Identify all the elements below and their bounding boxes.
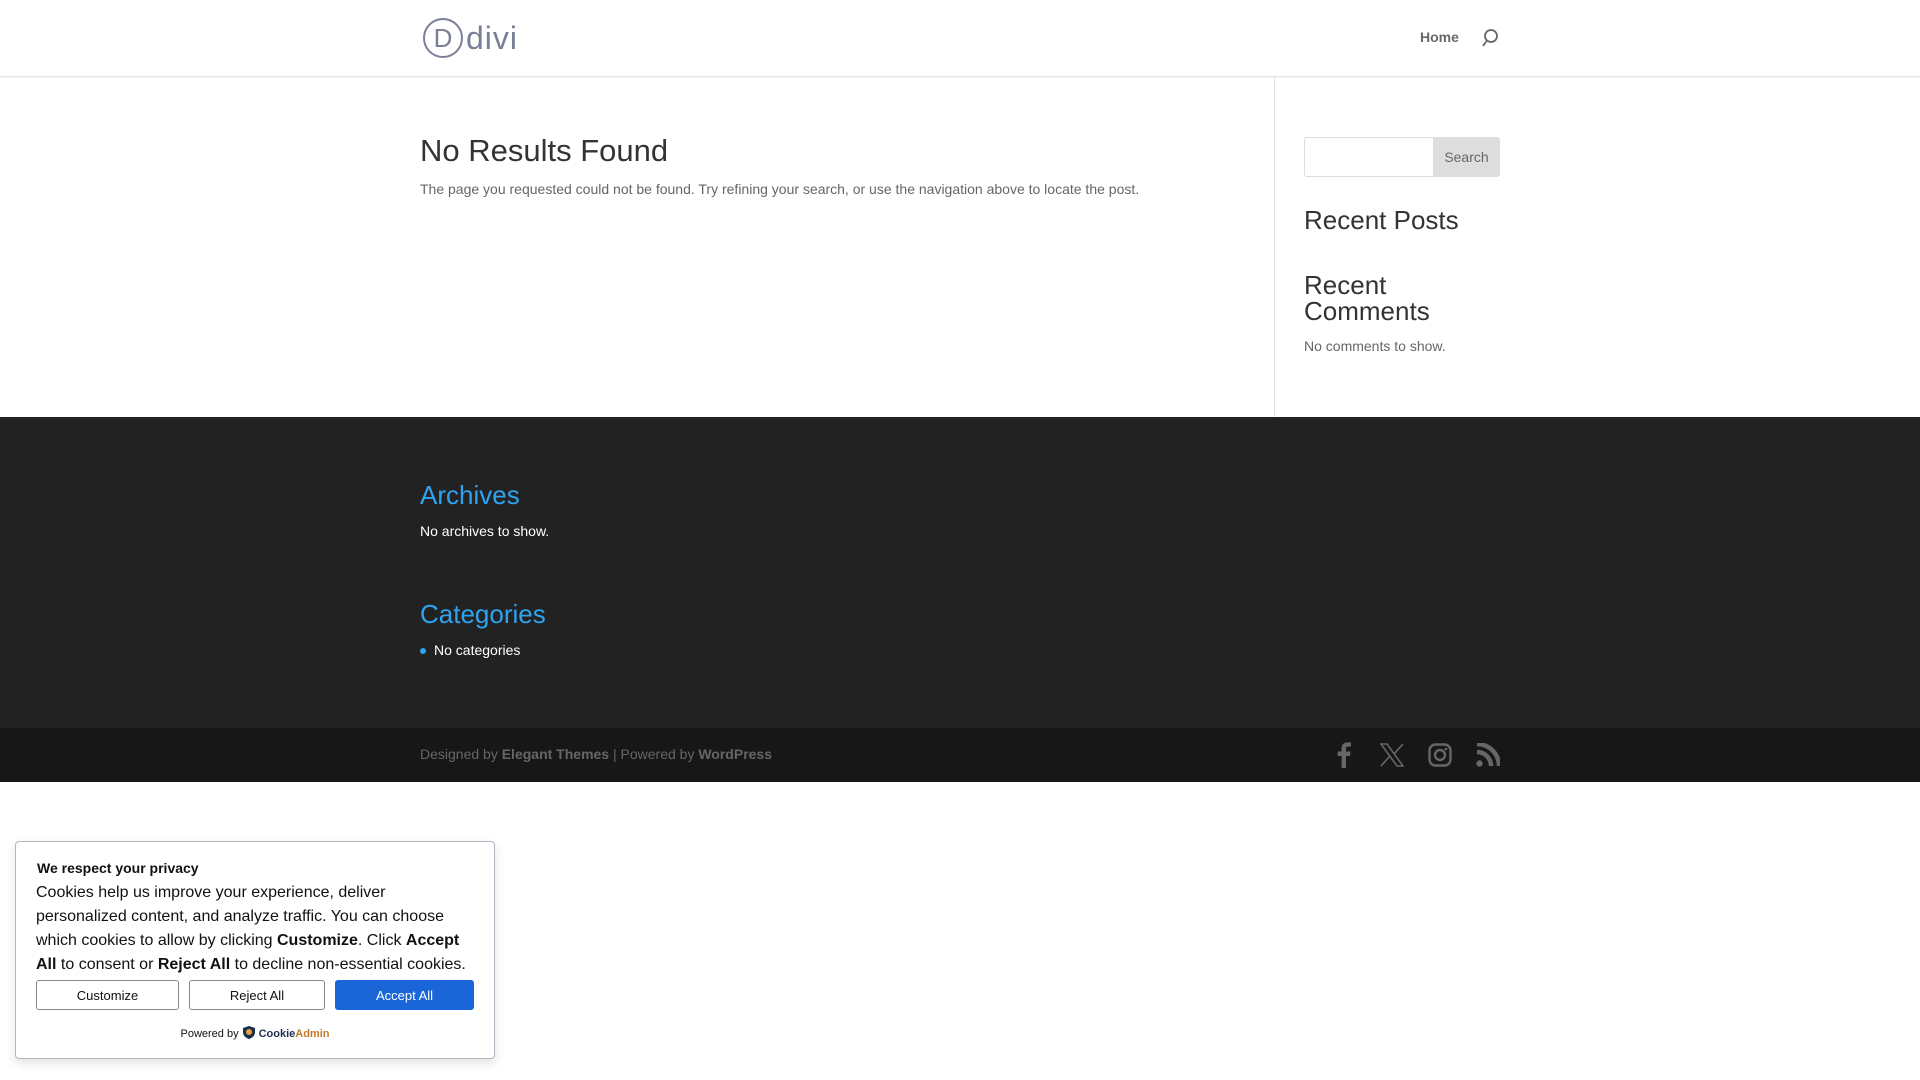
msg-part: . Click [357,932,406,949]
cookie-buttons: Customize Reject All Accept All [36,980,474,1010]
category-item: No categories [420,642,546,658]
site-header: D divi Home [0,0,1920,77]
categories-heading: Categories [420,599,546,629]
instagram-icon[interactable] [1426,741,1454,769]
brand-part: Admin [295,1028,330,1040]
sidebar: Search Recent Posts Recent Comments No c… [1304,137,1500,354]
recent-comments-heading: Recent Comments [1304,269,1430,327]
nav-home[interactable]: Home [1420,29,1459,45]
powered-by: Powered by CookieAdmin [36,1026,474,1042]
categories-widget: Categories No categories [420,599,546,658]
rss-icon[interactable] [1474,741,1502,769]
facebook-icon[interactable] [1330,741,1358,769]
footer-bottom-bar: Designed by Elegant Themes | Powered by … [0,728,1920,782]
msg-bold: Customize [277,932,358,949]
search-icon[interactable] [1481,28,1499,53]
accept-all-button[interactable]: Accept All [335,980,474,1010]
credits-sep: | Powered by [609,746,699,762]
cookie-message: Cookies help us improve your experience,… [36,881,474,977]
msg-part: to decline non-essential cookies. [230,956,466,973]
reject-all-button[interactable]: Reject All [189,980,325,1010]
divi-logo[interactable]: D divi [423,18,518,58]
no-comments-text: No comments to show. [1304,337,1446,354]
customize-button[interactable]: Customize [36,980,179,1010]
sidebar-search-form: Search [1304,137,1500,177]
powered-by-text: Powered by [180,1028,239,1040]
footer-widgets: Archives No archives to show. Categories… [0,417,1920,728]
sidebar-search-button[interactable]: Search [1433,137,1500,177]
page-title: No Results Found [420,133,669,168]
cookieadmin-logo[interactable]: CookieAdmin [259,1028,330,1040]
cookie-title: We respect your privacy [37,860,199,876]
logo-word: divi [466,19,519,56]
logo-mark: D [423,18,463,58]
msg-bold: Reject All [157,956,231,973]
no-results-message: The page you requested could not be foun… [420,181,1140,198]
main-content: No Results Found The page you requested … [420,132,1139,197]
wordpress-link[interactable]: WordPress [698,746,772,762]
brand-part: Cookie [258,1028,296,1040]
sidebar-search-input[interactable] [1304,137,1433,177]
cookie-consent-banner: We respect your privacy Cookies help us … [15,841,495,1059]
recent-posts-heading: Recent Posts [1304,205,1459,235]
msg-part: to consent or [56,956,158,973]
archives-widget: Archives No archives to show. [420,480,549,539]
credits-text: Designed by [420,746,502,762]
sidebar-divider [1274,77,1275,417]
elegant-themes-link[interactable]: Elegant Themes [502,746,609,762]
x-icon[interactable] [1378,741,1406,769]
no-archives-text: No archives to show. [420,523,550,539]
social-icons [1330,741,1502,769]
archives-heading: Archives [420,480,520,510]
cookieadmin-shield-icon [242,1026,255,1042]
footer-credits: Designed by Elegant Themes | Powered by … [420,746,772,762]
